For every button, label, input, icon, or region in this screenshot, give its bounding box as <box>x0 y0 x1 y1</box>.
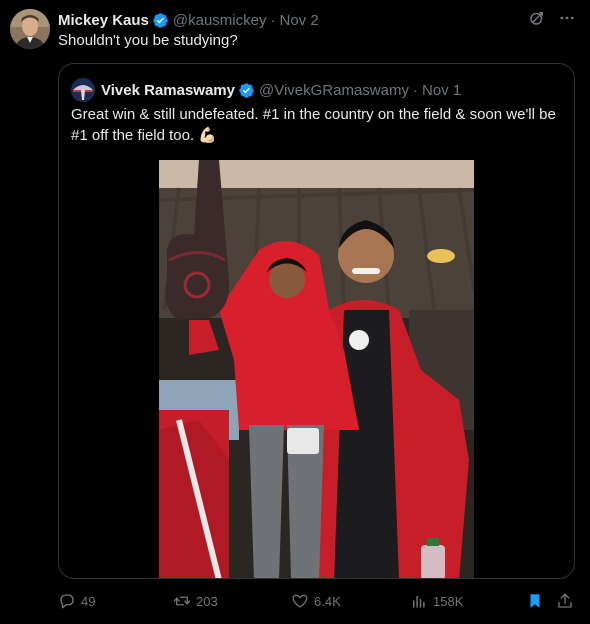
author-handle[interactable]: @kausmickey <box>173 12 267 29</box>
share-icon <box>556 592 574 610</box>
quoted-author-name[interactable]: Vivek Ramaswamy <box>101 82 235 99</box>
top-icons <box>528 9 576 27</box>
bookmark-icon <box>526 592 544 610</box>
quoted-header: Vivek Ramaswamy @VivekGRamaswamy · Nov 1 <box>71 78 461 102</box>
verified-badge-icon[interactable] <box>238 82 255 99</box>
quoted-author-handle[interactable]: @VivekGRamaswamy <box>259 82 409 99</box>
quoted-date[interactable]: Nov 1 <box>422 82 461 99</box>
reply-button[interactable]: 49 <box>58 592 95 610</box>
author-name[interactable]: Mickey Kaus <box>58 12 149 29</box>
bookmark-button[interactable] <box>526 592 544 610</box>
tweet-text: Shouldn't you be studying? <box>58 32 238 49</box>
like-icon <box>291 592 309 610</box>
like-count: 6.4K <box>314 593 341 609</box>
quoted-text: Great win & still undefeated. #1 in the … <box>71 106 556 144</box>
separator: · <box>412 81 418 99</box>
more-icon[interactable] <box>558 9 576 27</box>
repost-count: 203 <box>196 593 218 609</box>
reply-icon <box>58 592 76 610</box>
tweet[interactable]: Mickey Kaus @kausmickey · Nov 2 Shouldn'… <box>0 0 590 624</box>
action-bar: 49 203 6.4K 158K <box>58 592 578 614</box>
repost-icon <box>173 592 191 610</box>
verified-badge-icon[interactable] <box>152 12 169 29</box>
tweet-date[interactable]: Nov 2 <box>279 12 318 29</box>
views-count: 158K <box>433 593 464 609</box>
tweet-header: Mickey Kaus @kausmickey · Nov 2 <box>58 10 319 30</box>
views-button[interactable]: 158K <box>410 592 463 610</box>
reply-count: 49 <box>81 593 96 609</box>
quoted-photo[interactable] <box>159 160 474 578</box>
repost-button[interactable]: 203 <box>173 592 218 610</box>
author-avatar[interactable] <box>10 9 50 49</box>
share-button[interactable] <box>556 592 574 610</box>
grok-icon[interactable] <box>528 9 546 27</box>
separator: · <box>270 11 276 29</box>
quoted-avatar[interactable] <box>71 78 95 102</box>
quoted-tweet[interactable]: Vivek Ramaswamy @VivekGRamaswamy · Nov 1… <box>58 63 575 579</box>
like-button[interactable]: 6.4K <box>291 592 341 610</box>
views-icon <box>410 592 428 610</box>
